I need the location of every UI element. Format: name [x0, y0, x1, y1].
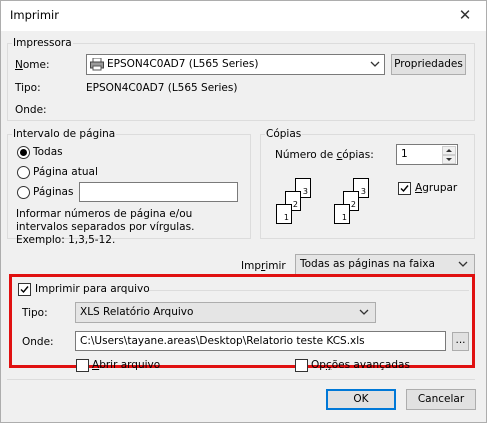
copies-group-label: Cópias	[266, 128, 302, 140]
printer-name-value: EPSON4C0AD7 (L565 Series)	[107, 58, 259, 70]
checkmark-icon	[400, 185, 409, 193]
properties-button[interactable]: Propriedades	[391, 54, 466, 75]
printer-name-select[interactable]: EPSON4C0AD7 (L565 Series)	[86, 54, 385, 75]
radio-current-page-label: Página atual	[33, 166, 98, 178]
copies-count-stepper[interactable]: 1	[396, 144, 458, 165]
copies-count-label: Número de cópias:	[275, 149, 374, 161]
chevron-down-icon	[458, 261, 468, 267]
radio-all-pages-label: Todas	[33, 146, 63, 158]
printer-group-label: Impressora	[13, 37, 72, 49]
highlight-box	[9, 274, 475, 368]
collate-page-1b: 1	[334, 204, 350, 224]
copies-increment-button[interactable]	[442, 146, 456, 155]
collate-label: Agrupar	[415, 182, 458, 194]
print-dialog: Imprimir ✕ Impressora Nome: EPSON4C0AD7 …	[0, 0, 487, 423]
radio-pages-label: Páginas	[33, 186, 74, 198]
chevron-down-icon	[370, 61, 380, 67]
chevron-down-icon	[446, 158, 452, 161]
printer-type-label: Tipo:	[15, 82, 41, 94]
close-icon[interactable]: ✕	[456, 6, 474, 24]
open-file-checkbox[interactable]	[76, 359, 89, 372]
printer-type-value: EPSON4C0AD7 (L565 Series)	[86, 82, 238, 94]
background-window-strip	[1, 405, 486, 423]
print-what-label: Imprimir	[241, 260, 286, 272]
window-title: Imprimir	[10, 8, 59, 22]
copies-count-value: 1	[401, 148, 408, 160]
advanced-options-checkbox[interactable]	[295, 359, 308, 372]
printer-where-label: Onde:	[15, 104, 47, 116]
page-range-hint: Informar números de página e/ou interval…	[16, 208, 195, 246]
print-what-value: Todas as páginas na faixa	[300, 258, 435, 270]
pages-input[interactable]	[79, 182, 238, 202]
radio-current-page[interactable]	[17, 166, 30, 179]
collate-checkbox[interactable]	[398, 182, 411, 195]
open-file-label: Abrir arquivo	[92, 359, 161, 371]
chevron-up-icon	[446, 149, 452, 152]
printer-icon	[90, 58, 104, 71]
page-range-group-label: Intervalo de página	[13, 128, 116, 140]
footer-divider	[7, 379, 475, 380]
printer-group: Impressora	[7, 37, 475, 121]
advanced-options-label: Opções avançadas	[311, 359, 410, 371]
copies-decrement-button[interactable]	[442, 155, 456, 164]
print-what-select[interactable]: Todas as páginas na faixa	[295, 254, 475, 275]
radio-pages[interactable]	[17, 186, 30, 199]
collate-page-1a: 1	[276, 204, 292, 224]
radio-all-pages[interactable]	[17, 146, 30, 159]
printer-name-label: Nome:	[15, 59, 50, 71]
title-bar: Imprimir ✕	[1, 1, 486, 31]
